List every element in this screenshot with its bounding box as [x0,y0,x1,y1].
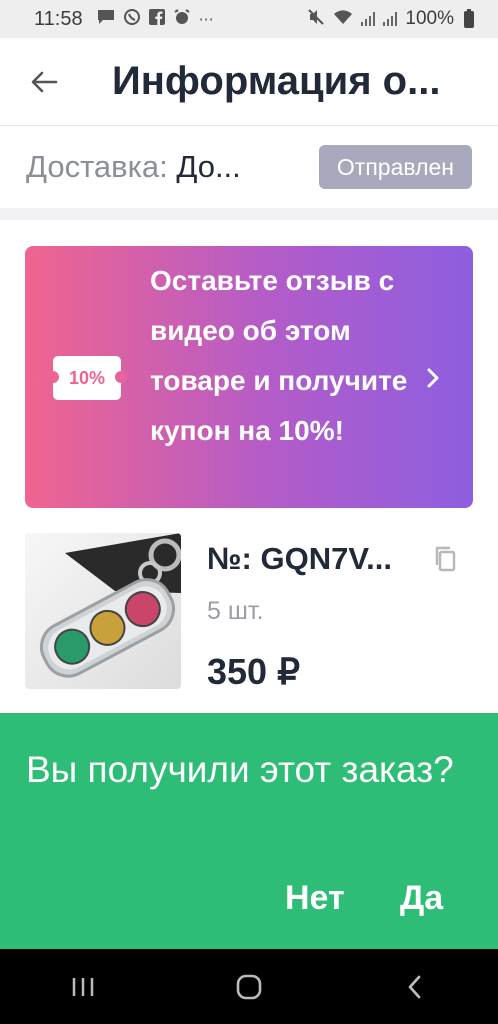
recent-apps-button[interactable] [53,957,113,1017]
promo-text: Оставьте отзыв с видео об этом товаре и … [150,265,408,446]
review-promo-banner[interactable]: 10% Оставьте отзыв с видео об этом товар… [25,246,473,508]
whatsapp-icon [123,8,141,30]
delivery-label: Доставка: [26,149,177,184]
product-item[interactable]: №: GQN7V... 5 шт. 350 ₽ [25,533,473,693]
more-dots-icon: ⋯ [198,11,214,28]
alarm-icon [173,8,191,30]
delivery-info: Доставка: До... [26,149,262,185]
home-button[interactable] [219,957,279,1017]
system-nav-bar [0,949,498,1024]
mute-icon [307,8,325,30]
back-icon [408,975,421,998]
page-title: Информация о... [112,59,441,103]
signal-icon [383,12,398,26]
status-badge: Отправлен [318,145,472,189]
status-bar: 11:58 ⋯ 100% [0,0,498,38]
status-time: 11:58 [34,7,83,30]
coupon-badge: 10% [47,356,127,400]
product-image[interactable] [25,533,181,689]
signal-icon [361,12,376,26]
battery-percent: 100% [405,8,454,29]
yes-button[interactable]: Да [400,879,443,918]
status-right: 100% [307,8,474,30]
copy-icon[interactable] [433,545,457,578]
app-bar: Информация о... [0,38,498,126]
wifi-icon [333,9,353,29]
price: 350 ₽ [207,651,300,692]
battery-icon [464,8,474,28]
chevron-right-icon [425,363,441,397]
home-icon [236,974,262,999]
order-received-panel: Вы получили этот заказ? Нет Да [0,713,498,949]
section-divider [0,208,498,220]
delivery-value: До... [176,149,241,184]
back-button[interactable] [0,38,88,126]
confirm-question: Вы получили этот заказ? [26,749,454,790]
nav-back-button[interactable] [385,957,445,1017]
order-number: №: GQN7V... [207,541,393,576]
status-left: 11:58 ⋯ [34,8,214,31]
message-icon [97,9,115,29]
recent-apps-icon [72,977,94,996]
arrow-left-icon [31,71,58,92]
quantity: 5 шт. [207,597,264,625]
delivery-row[interactable]: Доставка: До... Отправлен [0,126,498,208]
no-button[interactable]: Нет [285,879,345,918]
facebook-icon [148,9,165,29]
